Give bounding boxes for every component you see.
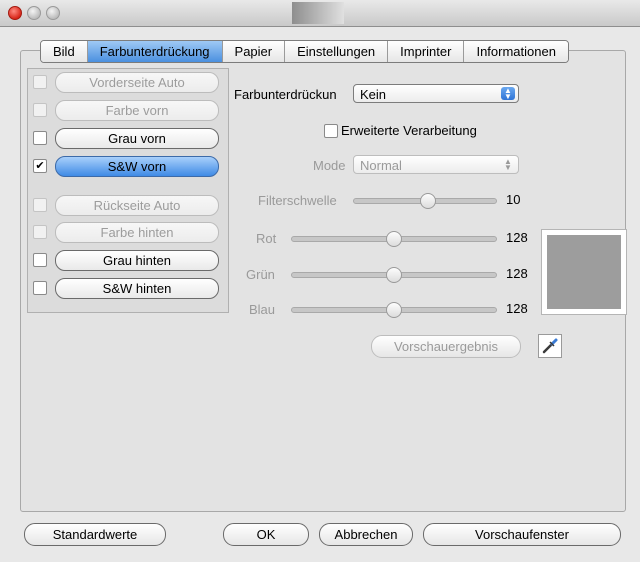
option-button[interactable]: Grau hinten [55, 250, 219, 271]
defaults-button[interactable]: Standardwerte [24, 523, 166, 546]
checkmark-icon: ✔ [35, 160, 45, 172]
color-preview [541, 229, 627, 315]
rot-slider[interactable] [291, 231, 497, 247]
option-button[interactable]: Farbe vorn [55, 100, 219, 121]
minimize-window-icon[interactable] [27, 6, 41, 20]
cancel-button[interactable]: Abbrechen [319, 523, 413, 546]
mode-label: Mode [313, 158, 346, 173]
option-checkbox[interactable] [33, 225, 47, 239]
option-button[interactable]: Grau vorn [55, 128, 219, 149]
option-grau-hinten: Grau hinten [33, 250, 223, 271]
option-rueckseite-auto: Rückseite Auto [33, 195, 223, 216]
gruen-slider-knob[interactable] [386, 267, 402, 283]
preview-window-button[interactable]: Vorschaufenster [423, 523, 621, 546]
tab-imprinter[interactable]: Imprinter [388, 41, 465, 62]
dropout-value: Kein [360, 87, 387, 102]
gruen-label: Grün [246, 267, 275, 282]
close-window-icon[interactable] [8, 6, 22, 20]
threshold-value: 10 [506, 192, 521, 207]
eyedropper-button[interactable] [538, 334, 562, 358]
rot-value: 128 [506, 230, 528, 245]
zoom-window-icon[interactable] [46, 6, 60, 20]
option-farbe-hinten: Farbe hinten [33, 222, 223, 243]
title-image [292, 2, 344, 24]
option-button[interactable]: S&W hinten [55, 278, 219, 299]
option-button[interactable]: Vorderseite Auto [55, 72, 219, 93]
tab-bar: Bild Farbunterdrückung Papier Einstellun… [40, 40, 569, 63]
mode-select[interactable]: Normal ▲ ▼ [353, 155, 519, 174]
blau-slider[interactable] [291, 302, 497, 318]
tab-einstellungen[interactable]: Einstellungen [285, 41, 389, 62]
option-checkbox[interactable] [33, 198, 47, 212]
option-checkbox[interactable] [33, 131, 47, 145]
option-sw-vorn: ✔ S&W vorn [33, 156, 223, 177]
select-arrows-icon: ▲ ▼ [504, 157, 512, 172]
advanced-processing-label: Erweiterte Verarbeitung [341, 123, 477, 138]
blau-label: Blau [249, 302, 276, 317]
option-checkbox[interactable]: ✔ [33, 159, 47, 173]
threshold-slider-knob[interactable] [419, 193, 436, 209]
option-button[interactable]: S&W vorn [55, 156, 219, 177]
rot-label: Rot [256, 231, 277, 246]
threshold-slider[interactable] [353, 193, 497, 209]
gruen-slider[interactable] [291, 267, 497, 283]
eyedropper-icon [542, 338, 558, 354]
option-grau-vorn: Grau vorn [33, 128, 223, 149]
option-button[interactable]: Rückseite Auto [55, 195, 219, 216]
dropout-select[interactable]: Kein ▲ ▼ [353, 84, 519, 103]
option-checkbox[interactable] [33, 253, 47, 267]
gruen-value: 128 [506, 266, 528, 281]
tab-papier[interactable]: Papier [222, 41, 286, 62]
option-sw-hinten: S&W hinten [33, 278, 223, 299]
tab-informationen[interactable]: Informationen [464, 41, 568, 62]
blau-slider-knob[interactable] [386, 302, 402, 318]
rot-slider-knob[interactable] [386, 231, 402, 247]
threshold-label: Filterschwelle [258, 193, 337, 208]
dropout-label: Farbunterdrückun [234, 87, 337, 102]
tab-farbunterdrueckung[interactable]: Farbunterdrückung [87, 41, 223, 62]
ok-button[interactable]: OK [223, 523, 309, 546]
option-vorderseite-auto: Vorderseite Auto [33, 72, 223, 93]
option-checkbox[interactable] [33, 103, 47, 117]
option-checkbox[interactable] [33, 75, 47, 89]
advanced-processing-checkbox[interactable] [324, 124, 338, 138]
blau-value: 128 [506, 301, 528, 316]
option-farbe-vorn: Farbe vorn [33, 100, 223, 121]
color-preview-swatch [547, 235, 621, 309]
mode-value: Normal [360, 158, 402, 173]
tab-bild[interactable]: Bild [41, 41, 88, 62]
option-button[interactable]: Farbe hinten [55, 222, 219, 243]
window-titlebar [0, 0, 640, 27]
option-checkbox[interactable] [33, 281, 47, 295]
select-arrows-icon: ▲ ▼ [501, 87, 515, 101]
preview-result-button[interactable]: Vorschauergebnis [371, 335, 521, 358]
